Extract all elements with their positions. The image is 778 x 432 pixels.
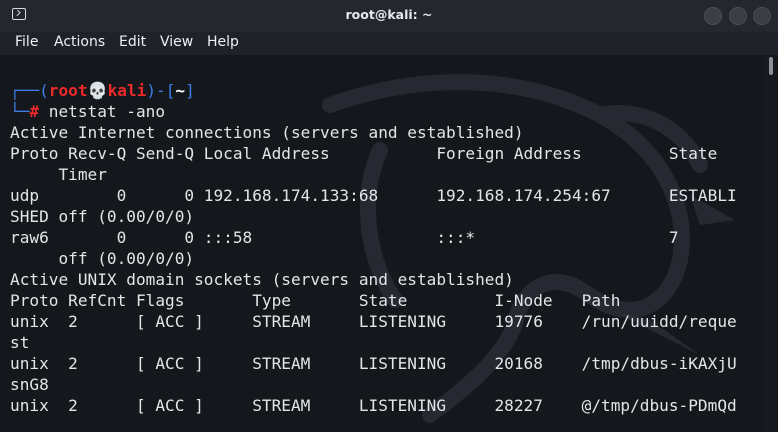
prompt-corner-bottom: └─ <box>10 102 30 121</box>
window-title: root@kali: ~ <box>345 7 433 22</box>
output-line: st <box>10 333 30 352</box>
output-line: Timer <box>10 165 107 184</box>
prompt-separator: )-[ <box>146 81 176 100</box>
menu-file[interactable]: File <box>15 34 38 50</box>
skull-icon: 💀 <box>87 81 108 100</box>
output-line: Proto RefCnt Flags Type State I-Node Pat… <box>10 291 621 310</box>
scrollbar[interactable] <box>764 55 778 432</box>
command-text: netstat -ano <box>39 102 166 121</box>
prompt-host: kali <box>107 81 147 100</box>
output-line: Active UNIX domain sockets (servers and … <box>10 270 514 289</box>
output-line: udp 0 0 192.168.174.133:68 192.168.174.2… <box>10 186 737 205</box>
terminal-window: root@kali: ~ File Actions Edit View Help <box>0 0 778 432</box>
prompt-directory: ~ <box>175 81 186 100</box>
output-line: unix 2 [ ACC ] STREAM LISTENING 20168 /t… <box>10 354 737 373</box>
prompt-user: root <box>48 81 88 100</box>
scrollbar-thumb[interactable] <box>769 57 773 75</box>
output-line: snG8 <box>10 375 49 394</box>
output-line: unix 2 [ ACC ] STREAM LISTENING 19776 /r… <box>10 312 737 331</box>
output-line: SHED off (0.00/0/0) <box>10 207 195 226</box>
menu-actions[interactable]: Actions <box>54 34 105 50</box>
prompt-line-1: ┌──(root💀kali)-[~] <box>10 81 195 102</box>
output-line: Proto Recv-Q Send-Q Local Address Foreig… <box>10 144 718 163</box>
close-button[interactable] <box>753 7 771 25</box>
output-line: off (0.00/0/0) <box>10 249 195 268</box>
output-line: Active Internet connections (servers and… <box>10 123 524 142</box>
title-bar[interactable]: root@kali: ~ <box>0 0 778 32</box>
minimize-button[interactable] <box>704 7 722 25</box>
prompt-hash: # <box>29 102 40 121</box>
menu-help[interactable]: Help <box>207 34 239 50</box>
menu-view[interactable]: View <box>160 34 193 50</box>
prompt-corner-top: ┌──( <box>10 81 49 100</box>
menu-bar: File Actions Edit View Help <box>0 32 778 55</box>
output-line: unix 2 [ ACC ] STREAM LISTENING 28227 @/… <box>10 396 737 415</box>
menu-edit[interactable]: Edit <box>119 34 146 50</box>
maximize-button[interactable] <box>729 7 747 25</box>
prompt-line-2: └─# netstat -ano <box>10 102 165 123</box>
output-line: raw6 0 0 :::58 :::* 7 <box>10 228 679 247</box>
prompt-close-bracket: ] <box>185 81 195 100</box>
